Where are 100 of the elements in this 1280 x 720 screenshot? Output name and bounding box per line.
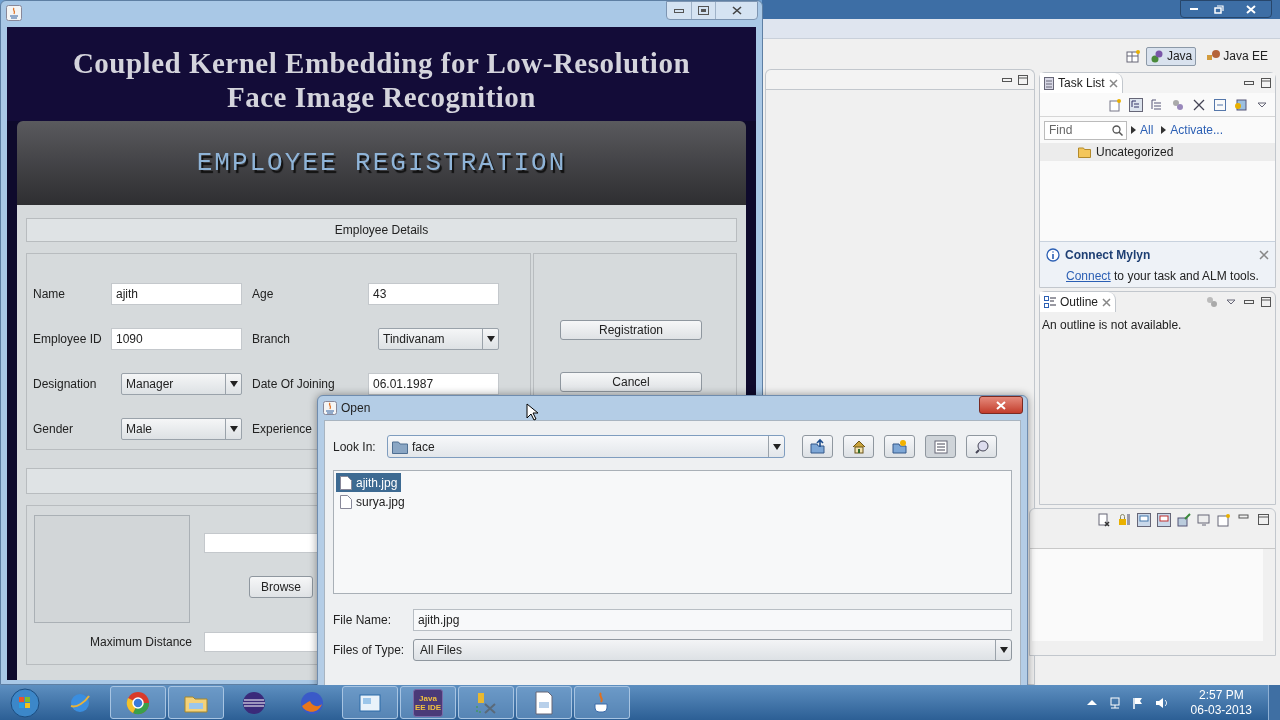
field-label: Look In: bbox=[333, 438, 377, 456]
filter-link[interactable]: Activate... bbox=[1170, 121, 1224, 139]
connect-link[interactable]: Connect bbox=[1066, 269, 1111, 283]
list-view-icon bbox=[931, 437, 950, 456]
field-label: Files of Type: bbox=[333, 642, 406, 659]
look-in-dropdown[interactable]: face bbox=[387, 435, 785, 458]
field-label: Experience bbox=[252, 421, 313, 438]
dropdown[interactable]: Tindivanam bbox=[378, 328, 499, 350]
maximize-icon[interactable] bbox=[1018, 74, 1028, 85]
minimize-icon[interactable] bbox=[1002, 77, 1012, 82]
show-desktop-button[interactable] bbox=[1268, 685, 1280, 720]
pin-icon[interactable] bbox=[1177, 513, 1191, 527]
taskbar-button[interactable]: Java EE IDE bbox=[400, 686, 456, 719]
flag-icon[interactable] bbox=[1130, 695, 1145, 710]
field-label: Date Of Joining bbox=[252, 376, 335, 393]
scrollbar[interactable] bbox=[1263, 549, 1273, 641]
app-icon bbox=[6, 5, 22, 21]
windows-orb-icon bbox=[10, 687, 40, 718]
collapse-icon[interactable] bbox=[1213, 97, 1227, 112]
outline-icon bbox=[1044, 296, 1056, 308]
menu-icon[interactable] bbox=[1226, 299, 1236, 305]
file-type-dropdown[interactable]: All Files bbox=[413, 639, 1012, 661]
close-icon bbox=[996, 400, 1006, 410]
cubes-icon bbox=[1149, 49, 1164, 63]
action-button[interactable]: Cancel bbox=[560, 372, 702, 392]
monitor-icon[interactable] bbox=[1157, 513, 1171, 527]
triangle-icon bbox=[1131, 126, 1136, 134]
taskbar-button[interactable] bbox=[574, 686, 630, 719]
taskbar-button[interactable] bbox=[342, 686, 398, 719]
dropdown[interactable]: Manager bbox=[121, 373, 242, 395]
cross-icon[interactable] bbox=[1192, 97, 1206, 112]
file-icon bbox=[340, 494, 352, 509]
outline-message: An outline is not available. bbox=[1041, 317, 1183, 334]
text-field[interactable]: 43 bbox=[368, 283, 499, 305]
taskbar-button[interactable] bbox=[168, 686, 224, 719]
maximize-icon[interactable] bbox=[1257, 513, 1271, 527]
app-title: Face Image Recognition bbox=[227, 80, 536, 114]
category-row[interactable]: Uncategorized bbox=[1040, 143, 1275, 161]
maximize-icon[interactable] bbox=[1261, 297, 1271, 307]
text-field[interactable]: 1090 bbox=[111, 328, 242, 350]
minimize-icon[interactable] bbox=[1244, 300, 1254, 304]
file-name-field[interactable]: ajith.jpg bbox=[413, 609, 1012, 631]
app-icon bbox=[323, 401, 337, 415]
minimize-icon bbox=[1189, 7, 1199, 11]
file-item[interactable]: surya.jpg bbox=[336, 492, 409, 511]
tree-icon[interactable] bbox=[1150, 97, 1164, 112]
dropdown[interactable]: Male bbox=[121, 418, 242, 440]
new-folder-icon bbox=[890, 437, 909, 456]
toolbar-button[interactable] bbox=[884, 435, 915, 458]
close-icon bbox=[1246, 4, 1256, 14]
toolbar-button[interactable] bbox=[843, 435, 874, 458]
text-field[interactable]: ajith bbox=[111, 283, 242, 305]
caret-icon bbox=[486, 336, 495, 342]
minimize-icon bbox=[674, 8, 684, 13]
close-button[interactable] bbox=[979, 396, 1023, 414]
folder-icon bbox=[392, 439, 408, 454]
restore-icon bbox=[1214, 4, 1224, 14]
field-label: Employee ID bbox=[32, 331, 103, 348]
filter-link[interactable]: All bbox=[1140, 121, 1154, 139]
maximize-icon[interactable] bbox=[1261, 78, 1271, 88]
folder-icon bbox=[1078, 146, 1092, 158]
maximize-icon bbox=[698, 6, 709, 15]
toolbar-button[interactable] bbox=[925, 435, 956, 458]
app-title: Coupled Kernel Embedding for Low-Resolution bbox=[72, 46, 691, 80]
taskbar-button[interactable] bbox=[110, 686, 166, 719]
network-icon[interactable] bbox=[1107, 695, 1122, 710]
perspective-button[interactable]: Java bbox=[1145, 46, 1197, 66]
close-icon[interactable] bbox=[1108, 78, 1118, 88]
circle-icon bbox=[125, 689, 151, 716]
taskbar-button[interactable] bbox=[516, 686, 572, 719]
file-item[interactable]: ajith.jpg bbox=[336, 473, 402, 492]
close-icon[interactable] bbox=[1102, 297, 1112, 307]
document-icon[interactable] bbox=[1097, 513, 1111, 527]
toolbar-button[interactable] bbox=[966, 435, 997, 458]
find-field[interactable]: Find bbox=[1044, 120, 1127, 140]
monitor-icon[interactable] bbox=[1137, 513, 1151, 527]
perspective-button[interactable]: Java EE bbox=[1202, 46, 1272, 66]
tree-view-icon[interactable] bbox=[1129, 97, 1143, 112]
minimize-icon[interactable] bbox=[1244, 81, 1254, 85]
section-header: Employee Details bbox=[26, 218, 737, 242]
text-field[interactable]: 06.01.1987 bbox=[368, 373, 499, 395]
action-button[interactable]: Registration bbox=[560, 320, 702, 340]
spheres-icon[interactable] bbox=[1171, 97, 1185, 112]
notice-text: Connect to your task and ALM tools. bbox=[1065, 268, 1260, 285]
fox-icon bbox=[299, 689, 325, 716]
caret-icon bbox=[229, 381, 238, 387]
toolbar-button[interactable] bbox=[802, 435, 833, 458]
sync-icon[interactable] bbox=[1234, 97, 1248, 112]
speaker-icon[interactable] bbox=[1153, 695, 1168, 710]
file-icon bbox=[340, 475, 352, 490]
info-icon bbox=[1046, 248, 1060, 262]
app-badge: Java EE IDE bbox=[413, 688, 443, 717]
lock-icon[interactable] bbox=[1117, 513, 1131, 527]
new-window-icon[interactable] bbox=[1217, 513, 1231, 527]
caret-icon bbox=[999, 647, 1008, 653]
open-perspective-icon[interactable] bbox=[1125, 49, 1140, 63]
caret-icon bbox=[772, 443, 781, 450]
close-icon[interactable] bbox=[1259, 250, 1269, 260]
taskbar-button[interactable] bbox=[458, 686, 514, 719]
browse-button[interactable]: Browse bbox=[249, 576, 313, 598]
